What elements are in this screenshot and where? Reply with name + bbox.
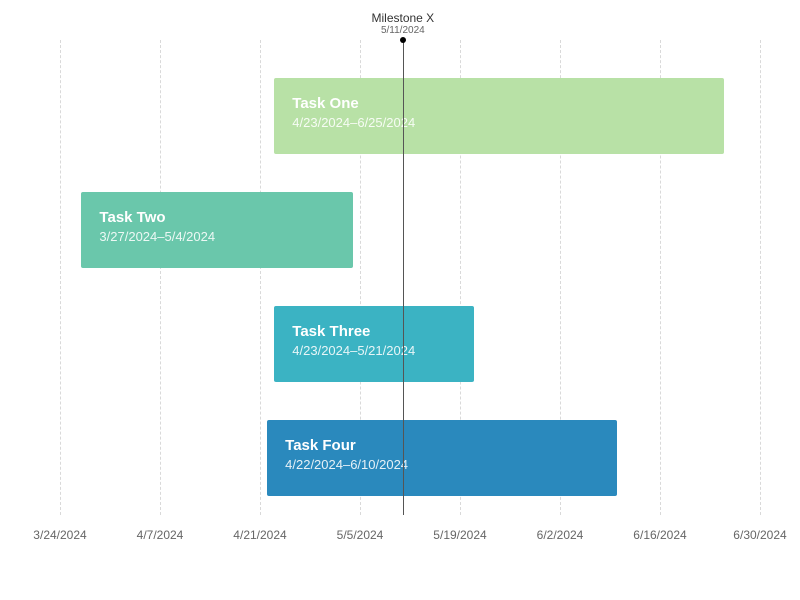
gridline: [260, 40, 261, 515]
task-name: Task One: [292, 94, 706, 114]
milestone-name: Milestone X: [371, 12, 434, 25]
milestone-line: [403, 40, 404, 515]
x-tick-label: 4/21/2024: [233, 528, 286, 542]
x-tick-label: 6/30/2024: [733, 528, 786, 542]
task-name: Task Four: [285, 436, 599, 456]
gantt-chart: Task One4/23/2024–6/25/2024 Task Two3/27/…: [0, 0, 800, 600]
task-dates: 4/23/2024–5/21/2024: [292, 342, 456, 360]
task-name: Task Three: [292, 322, 456, 342]
x-tick-label: 3/24/2024: [33, 528, 86, 542]
x-tick-label: 5/19/2024: [433, 528, 486, 542]
milestone-dot: [400, 37, 406, 43]
task-dates: 3/27/2024–5/4/2024: [99, 228, 334, 246]
milestone-date: 5/11/2024: [371, 25, 434, 36]
task-bar: Task Two3/27/2024–5/4/2024: [81, 192, 352, 268]
task-bar: Task Four4/22/2024–6/10/2024: [267, 420, 617, 496]
task-bar: Task One4/23/2024–6/25/2024: [274, 78, 724, 154]
task-name: Task Two: [99, 208, 334, 228]
milestone-label: Milestone X5/11/2024: [371, 12, 434, 36]
gridline: [760, 40, 761, 515]
task-dates: 4/22/2024–6/10/2024: [285, 456, 599, 474]
x-tick-label: 4/7/2024: [137, 528, 184, 542]
task-dates: 4/23/2024–6/25/2024: [292, 114, 706, 132]
gridline: [160, 40, 161, 515]
gridline: [60, 40, 61, 515]
plot-area: Task One4/23/2024–6/25/2024 Task Two3/27/…: [60, 40, 760, 515]
x-tick-label: 5/5/2024: [337, 528, 384, 542]
task-bar: Task Three4/23/2024–5/21/2024: [274, 306, 474, 382]
x-tick-label: 6/2/2024: [537, 528, 584, 542]
x-tick-label: 6/16/2024: [633, 528, 686, 542]
